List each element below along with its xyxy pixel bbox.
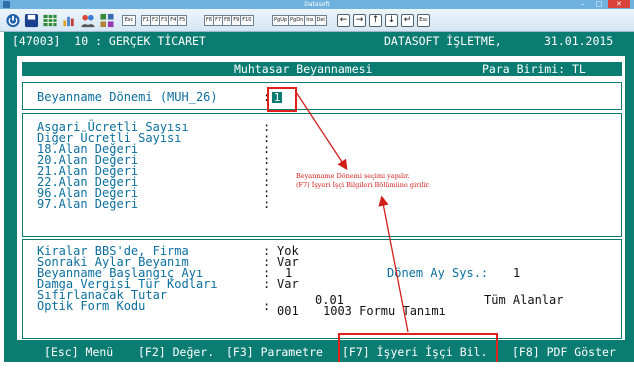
fkeys-group-b: F6 F7 F8 F9 F10	[204, 15, 254, 26]
donem-ay-label: Dönem Ay Sys.:	[387, 266, 489, 280]
annotation-line-1: Beyanname Dönemi seçimi yapılır.	[296, 172, 410, 180]
pgup-key-button[interactable]: PgUp	[272, 15, 290, 26]
f7-highlight-box	[338, 333, 498, 365]
users-icon[interactable]	[80, 13, 96, 28]
annotation-line-2: (F7) İşyeri İşçi Bilgileri Bölümüne giri…	[296, 181, 430, 189]
company-name: DATASOFT İŞLETME,	[384, 34, 502, 48]
window-titlebar: Datasoft – □ ✕	[0, 0, 634, 9]
save-icon[interactable]	[24, 13, 39, 28]
esc-button[interactable]: Esc	[417, 14, 430, 27]
option-label-optik: Optik Form Kodu	[37, 299, 146, 313]
function-key-bar: [Esc] Menü [F2] Değer. [F3] Parametre [F…	[4, 345, 634, 359]
toolbar: Esc F1 F2 F3 F4 F5 F6 F7 F8 F9 F10 PgUp …	[0, 9, 634, 32]
f5-key-button[interactable]: F5	[177, 15, 188, 26]
period-highlight-box	[267, 87, 297, 112]
donem-ay-value[interactable]: 1	[513, 267, 520, 279]
chart-icon[interactable]	[61, 13, 77, 28]
arrow-left-button[interactable]: ←	[337, 14, 350, 27]
f10-key-button[interactable]: F10	[240, 15, 254, 26]
maximize-button[interactable]: □	[592, 0, 606, 8]
fkeys-group-a: F1 F2 F3 F4 F5	[141, 15, 188, 26]
options-section: Kiralar BBS'de, Firma Sonraki Aylar Beya…	[22, 239, 622, 339]
arrow-right-button[interactable]: →	[353, 14, 366, 27]
company-header: [47003] 10 : GERÇEK TİCARET	[12, 34, 206, 48]
system-date: 31.01.2015	[544, 34, 614, 48]
enter-button[interactable]: ↵	[401, 14, 414, 27]
status-area	[4, 362, 634, 389]
arrow-up-button[interactable]: ↑	[369, 14, 382, 27]
spreadsheet-icon[interactable]	[42, 13, 58, 28]
option-colon-4: :	[263, 277, 271, 291]
fn-f2-deger[interactable]: [F2] Değer.	[138, 345, 214, 359]
del-key-button[interactable]: Del	[314, 15, 327, 26]
option-value-damga[interactable]: Var	[277, 278, 299, 290]
close-button[interactable]: ✕	[608, 0, 630, 8]
form-title: Muhtasar Beyannamesi	[234, 62, 373, 76]
window-controls: – □ ✕	[576, 0, 630, 9]
period-section: Beyanname Dönemi (MUH_26) : 1	[22, 82, 622, 110]
period-label: Beyanname Dönemi (MUH_26)	[37, 90, 218, 104]
fn-esc-menu[interactable]: [Esc] Menü	[44, 345, 113, 359]
pgdn-key-button[interactable]: PgDn	[288, 15, 306, 26]
form-titlebar: Muhtasar Beyannamesi Para Birimi: TL	[22, 62, 622, 76]
minimize-button[interactable]: –	[576, 0, 590, 8]
esc-key-button[interactable]: Esc	[122, 15, 136, 26]
form-code-label: 1003 Formu Tanımı	[323, 304, 446, 318]
tum-alanlar[interactable]: Tüm Alanlar	[484, 294, 563, 306]
field-colon-8: :	[263, 197, 271, 211]
field-label-97: 97.Alan Değeri	[37, 197, 139, 211]
arrow-down-button[interactable]: ↓	[385, 14, 398, 27]
fn-f8-pdf[interactable]: [F8] PDF Göster	[512, 345, 616, 359]
option-colon-6: :	[263, 299, 271, 313]
power-icon[interactable]	[5, 13, 21, 28]
option-value-optik[interactable]: 001	[277, 305, 299, 317]
nav-keys-group: PgUp PgDn Ins Del	[272, 15, 327, 26]
currency-label: Para Birimi: TL	[482, 62, 586, 76]
grid-icon[interactable]	[99, 13, 115, 28]
fn-f3-parametre[interactable]: [F3] Parametre	[226, 345, 323, 359]
dos-screen: [47003] 10 : GERÇEK TİCARET DATASOFT İŞL…	[4, 32, 634, 362]
window-title: Datasoft	[304, 1, 330, 8]
